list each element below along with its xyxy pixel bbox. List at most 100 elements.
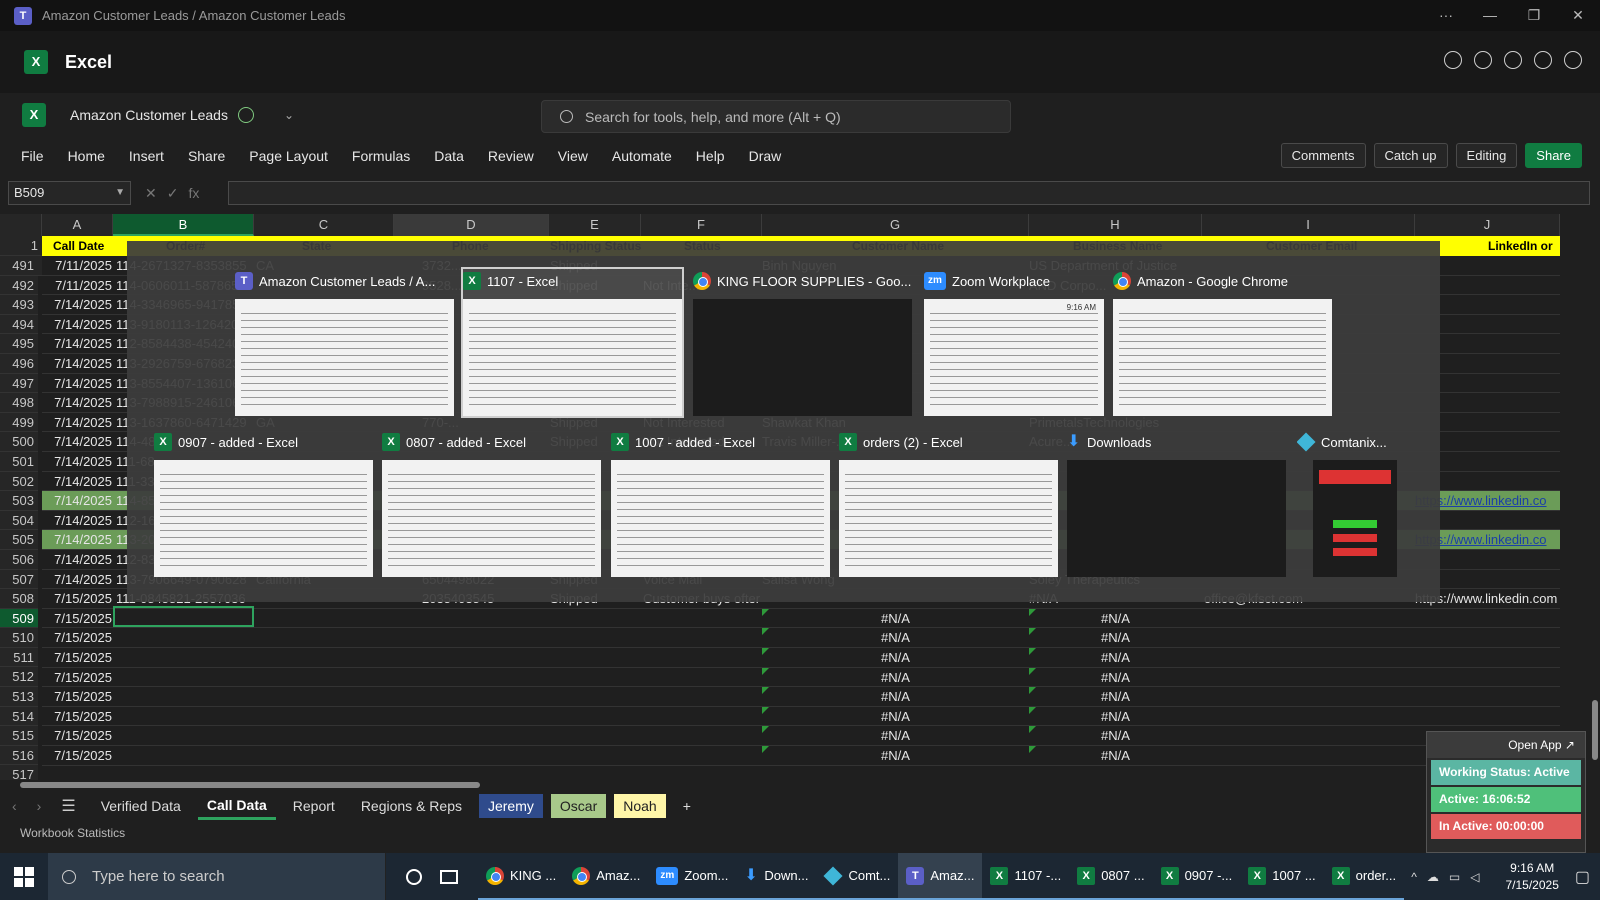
cell-a[interactable]: 7/14/2025: [42, 334, 112, 353]
cell-a[interactable]: 7/14/2025: [42, 570, 112, 589]
tab-report[interactable]: Report: [284, 794, 344, 818]
share-button[interactable]: Share: [1525, 143, 1582, 168]
cell-a[interactable]: 7/15/2025: [42, 726, 112, 745]
row-header[interactable]: 515: [0, 726, 38, 746]
column-header-d[interactable]: D: [394, 214, 549, 236]
chat-icon[interactable]: [1444, 51, 1462, 69]
cell-a[interactable]: 7/15/2025: [42, 609, 112, 628]
tab-jeremy[interactable]: Jeremy: [478, 794, 543, 818]
menu-review[interactable]: Review: [488, 148, 534, 164]
cell-a[interactable]: 7/14/2025: [42, 511, 112, 530]
cell-a[interactable]: 7/14/2025: [42, 432, 112, 451]
tab-verified-data[interactable]: Verified Data: [92, 794, 190, 818]
cell-g[interactable]: #N/A: [762, 648, 1029, 667]
taskbar-app[interactable]: ⬇ Down...: [736, 853, 817, 900]
cell-a[interactable]: 7/15/2025: [42, 668, 112, 687]
cell-g[interactable]: #N/A: [762, 609, 1029, 628]
menu-automate[interactable]: Automate: [612, 148, 672, 164]
switcher-window-0807-excel[interactable]: X 0807 - added - Excel: [382, 430, 601, 577]
cell-g[interactable]: #N/A: [762, 726, 1029, 745]
close-button[interactable]: ✕: [1556, 0, 1600, 31]
refresh-icon[interactable]: [1474, 51, 1492, 69]
row-header[interactable]: 503: [0, 491, 38, 511]
row-header[interactable]: 500: [0, 432, 38, 452]
cell-a[interactable]: 7/14/2025: [42, 491, 112, 510]
header-linkedin[interactable]: LinkedIn or: [1488, 236, 1553, 256]
onedrive-icon[interactable]: ☁: [1427, 870, 1439, 884]
menu-draw[interactable]: Draw: [749, 148, 782, 164]
cell-h[interactable]: #N/A: [1029, 746, 1202, 765]
column-header-h[interactable]: H: [1029, 214, 1202, 236]
cell-a[interactable]: 7/14/2025: [42, 295, 112, 314]
task-view-icon[interactable]: [440, 869, 458, 884]
cell-h[interactable]: #N/A: [1029, 628, 1202, 647]
tab-regions-reps[interactable]: Regions & Reps: [352, 794, 471, 818]
menu-help[interactable]: Help: [696, 148, 725, 164]
open-app-button[interactable]: Open App ↗: [1427, 732, 1585, 758]
cell-a[interactable]: 7/14/2025: [42, 530, 112, 549]
menu-formulas[interactable]: Formulas: [352, 148, 410, 164]
cell-a[interactable]: 7/14/2025: [42, 452, 112, 471]
taskbar-app[interactable]: zm Zoom...: [648, 853, 737, 900]
row-header[interactable]: 494: [0, 314, 38, 335]
horizontal-scrollbar[interactable]: [10, 782, 1560, 788]
switcher-window-king-floor[interactable]: KING FLOOR SUPPLIES - Goo...: [693, 269, 912, 416]
next-sheet-icon[interactable]: ›: [37, 798, 42, 814]
row-header[interactable]: 504: [0, 510, 38, 531]
taskbar-app[interactable]: T Amaz...: [898, 853, 983, 900]
workbook-statistics[interactable]: Workbook Statistics: [20, 826, 125, 840]
notifications-icon[interactable]: ▢: [1575, 867, 1590, 887]
cancel-icon[interactable]: ✕: [145, 185, 157, 202]
cell-a[interactable]: 7/15/2025: [42, 687, 112, 706]
row-header[interactable]: 512: [0, 667, 38, 688]
menu-data[interactable]: Data: [434, 148, 464, 164]
cell-g[interactable]: #N/A: [762, 746, 1029, 765]
row-header[interactable]: 496: [0, 353, 38, 374]
row-header[interactable]: 508: [0, 589, 38, 609]
cell-h[interactable]: #N/A: [1029, 707, 1202, 726]
taskbar-search[interactable]: Type here to search: [48, 853, 386, 900]
column-header-e[interactable]: E: [549, 214, 641, 236]
prev-sheet-icon[interactable]: ‹: [12, 798, 17, 814]
row-header[interactable]: 514: [0, 706, 38, 727]
menu-view[interactable]: View: [558, 148, 588, 164]
switcher-window-comtanix[interactable]: Comtanix...: [1297, 430, 1397, 577]
switcher-window-zoom[interactable]: zm Zoom Workplace 9:16 AM: [924, 269, 1104, 416]
cell-a[interactable]: 7/15/2025: [42, 707, 112, 726]
cell-a[interactable]: 7/14/2025: [42, 393, 112, 412]
confirm-icon[interactable]: ✓: [167, 185, 179, 202]
cell-h[interactable]: #N/A: [1029, 687, 1202, 706]
link-icon[interactable]: [1504, 51, 1522, 69]
formula-input[interactable]: [228, 181, 1590, 205]
switcher-window-orders-excel[interactable]: Xorders (2) - Excel: [839, 430, 1058, 577]
taskbar-app[interactable]: X 1107 -...: [982, 853, 1070, 900]
volume-icon[interactable]: ◁: [1470, 870, 1479, 884]
menu-home[interactable]: Home: [68, 148, 105, 164]
column-header-c[interactable]: C: [254, 214, 394, 236]
row-header[interactable]: 499: [0, 412, 38, 433]
row-header[interactable]: 510: [0, 628, 38, 648]
cell-g[interactable]: #N/A: [762, 628, 1029, 647]
row-header[interactable]: 517: [0, 765, 38, 780]
cell-g[interactable]: #N/A: [762, 687, 1029, 706]
row-header[interactable]: 505: [0, 530, 38, 550]
switcher-window-0907-excel[interactable]: X 0907 - added - Excel: [154, 430, 373, 577]
cell-h[interactable]: #N/A: [1029, 648, 1202, 667]
column-header-a[interactable]: A: [42, 214, 113, 236]
cell-a[interactable]: 7/14/2025: [42, 374, 112, 393]
column-header-j[interactable]: J: [1415, 214, 1560, 236]
cell-a[interactable]: 7/11/2025: [42, 256, 112, 275]
column-header-b[interactable]: B: [113, 214, 254, 236]
selected-cell[interactable]: [113, 606, 254, 627]
header-call-date[interactable]: Call Date: [53, 236, 104, 256]
tab-oscar[interactable]: Oscar: [550, 794, 607, 818]
network-icon[interactable]: ▭: [1449, 870, 1460, 884]
add-sheet-button[interactable]: +: [674, 794, 700, 818]
cell-a[interactable]: 7/11/2025: [42, 276, 112, 295]
name-box[interactable]: B509 ▼: [8, 181, 131, 205]
editing-mode-button[interactable]: Editing: [1455, 143, 1518, 168]
taskbar-app[interactable]: Amaz...: [564, 853, 649, 900]
row-header[interactable]: 495: [0, 334, 38, 354]
shield-icon[interactable]: [1564, 51, 1582, 69]
row-header[interactable]: 511: [0, 647, 38, 668]
